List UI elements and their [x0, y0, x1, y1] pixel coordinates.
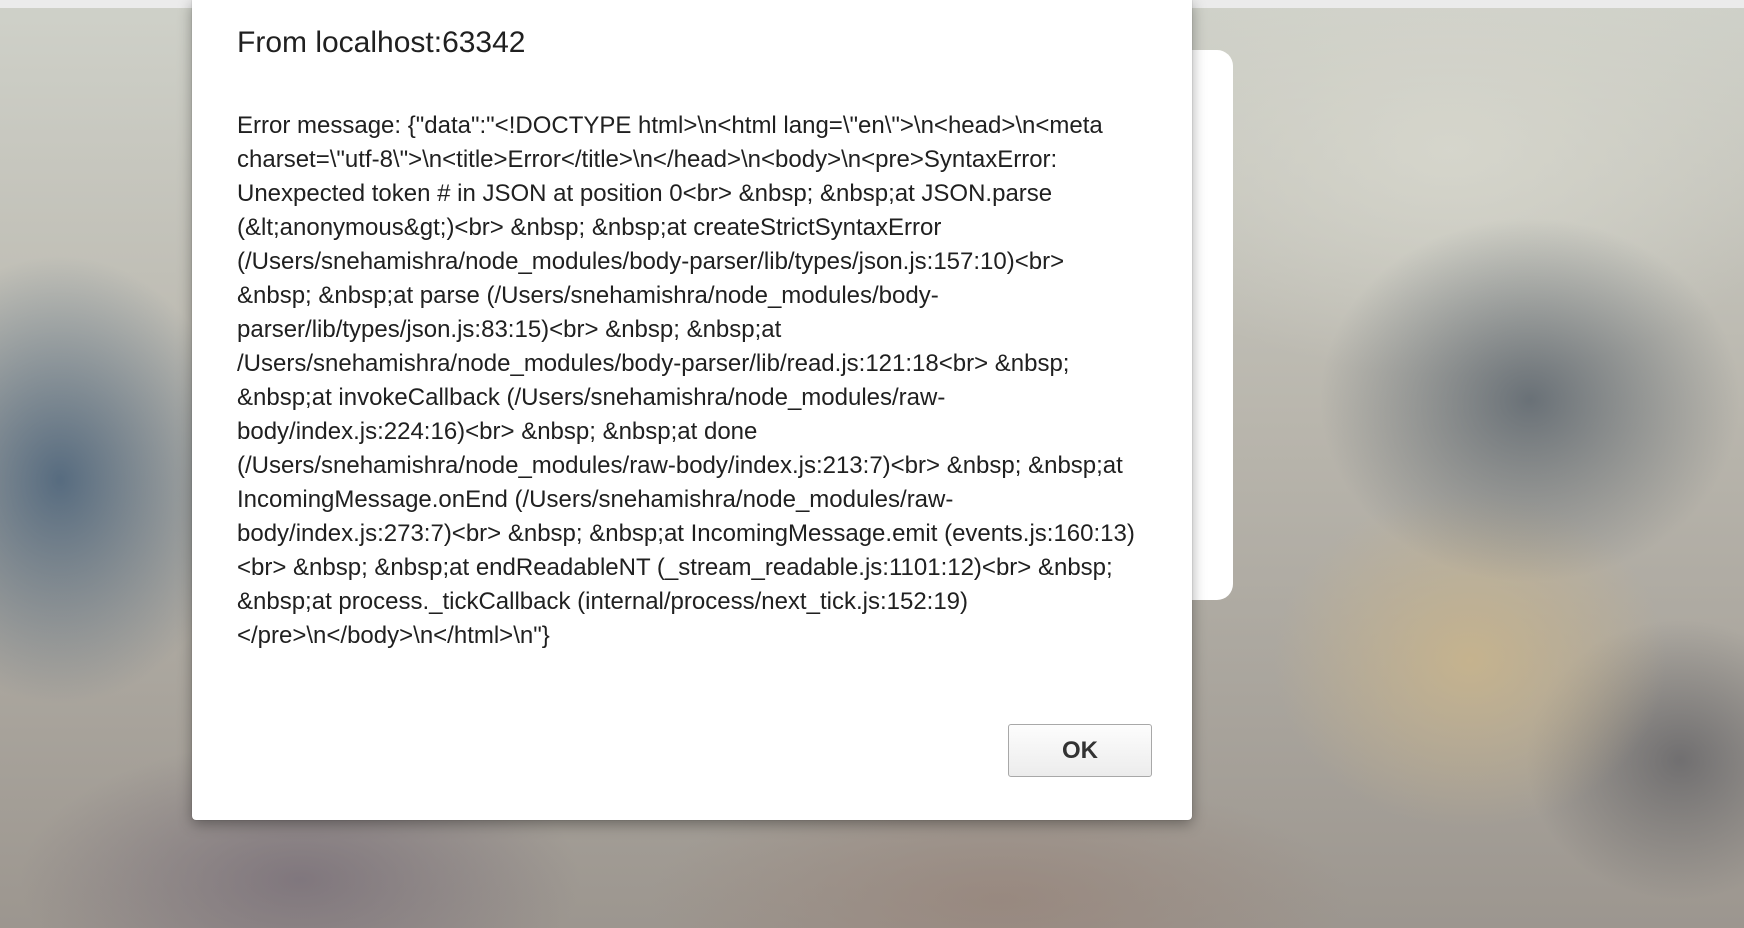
alert-dialog: From localhost:63342 Error message: {"da… [192, 0, 1192, 820]
dialog-message: Error message: {"data":"<!DOCTYPE html>\… [237, 112, 1135, 649]
page-background: From localhost:63342 Error message: {"da… [0, 0, 1744, 928]
dialog-title: From localhost:63342 [237, 26, 526, 59]
ok-button[interactable]: OK [1008, 724, 1152, 777]
